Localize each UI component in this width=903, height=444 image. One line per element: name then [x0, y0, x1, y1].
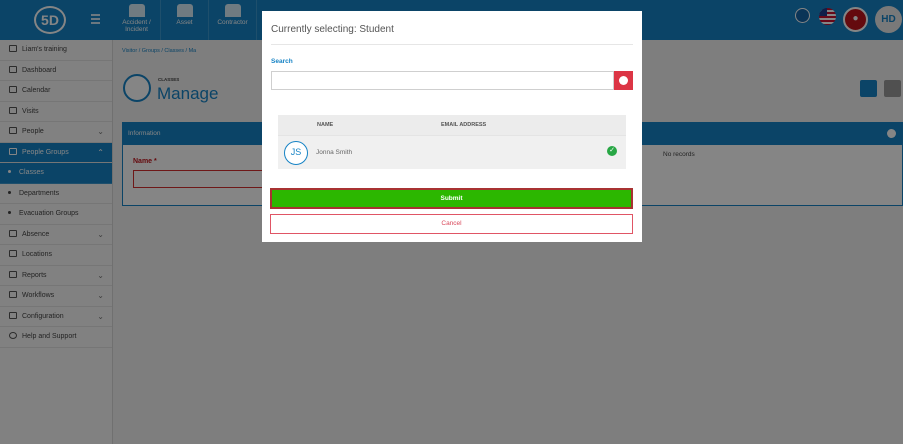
column-name: NAME: [317, 122, 334, 128]
search-label: Search: [271, 58, 293, 65]
cancel-button[interactable]: Cancel: [270, 214, 633, 234]
table-row[interactable]: JS Jonna Smith ✓: [278, 135, 626, 169]
search-button[interactable]: [614, 71, 633, 90]
divider: [271, 44, 633, 45]
student-table: NAME EMAIL ADDRESS JS Jonna Smith ✓: [278, 115, 626, 169]
row-name: Jonna Smith: [316, 149, 353, 156]
search-input[interactable]: [271, 71, 614, 90]
submit-button[interactable]: Submit: [270, 188, 633, 209]
avatar: JS: [284, 141, 308, 165]
table-header: NAME EMAIL ADDRESS: [278, 115, 626, 135]
modal-selecting-value: Student: [359, 24, 394, 35]
check-icon[interactable]: ✓: [607, 146, 617, 156]
search-icon: [619, 76, 628, 85]
modal-title-text: Currently selecting:: [271, 24, 357, 35]
select-student-modal: Currently selecting: Student Search NAME…: [262, 11, 642, 242]
column-email: EMAIL ADDRESS: [441, 122, 487, 128]
modal-title: Currently selecting: Student: [271, 24, 394, 35]
